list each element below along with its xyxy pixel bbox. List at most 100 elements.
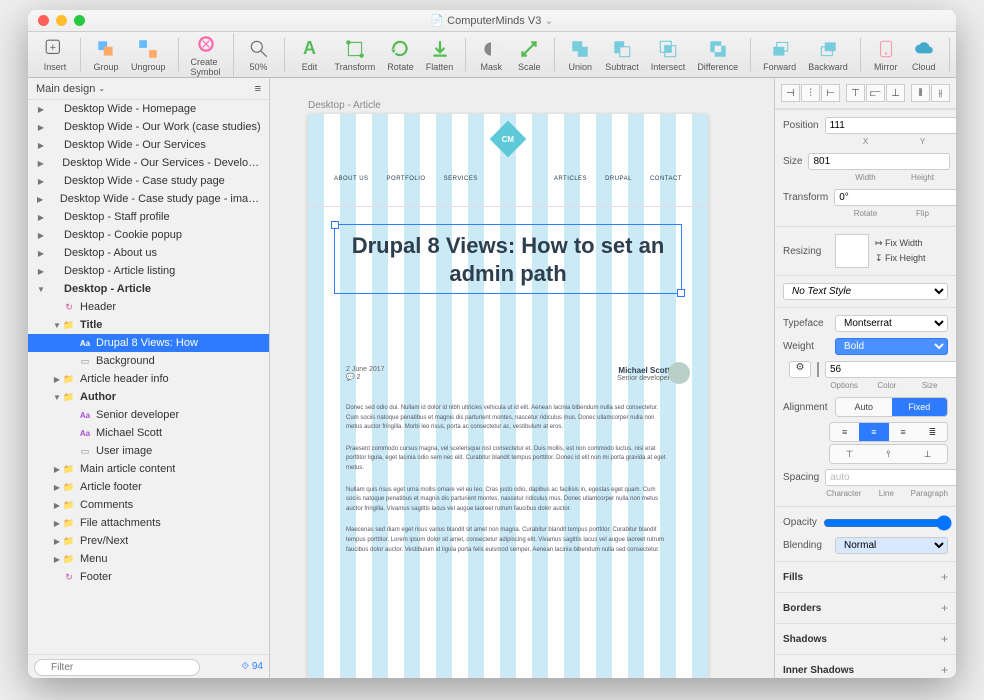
text-align-left-button[interactable]: ≡ [830,423,859,441]
fix-width-toggle[interactable]: ↦ Fix Width [875,238,948,249]
pages-dropdown[interactable]: Main design ⌄≡ [28,78,269,100]
layer-row[interactable]: ▼📁Author [28,388,269,406]
layer-row[interactable]: ▭Background [28,352,269,370]
layer-row[interactable]: ▶Desktop - Cookie popup [28,226,269,244]
layer-row[interactable]: ▶📁Comments [28,496,269,514]
valign-mid-button[interactable]: ⫯ [869,445,908,463]
close-icon[interactable] [38,15,49,26]
fix-height-toggle[interactable]: ↧ Fix Height [875,253,948,264]
rotate-input[interactable] [834,189,956,206]
nav-item: DRUPAL [605,176,632,182]
intersect-button[interactable]: Intersect [645,38,692,72]
font-size-input[interactable] [825,361,956,378]
text-align-right-button[interactable]: ≡ [889,423,918,441]
layer-row[interactable]: AaSenior developer [28,406,269,424]
minimize-icon[interactable] [56,15,67,26]
blending-select[interactable]: Normal [835,537,948,554]
text-align-center-button[interactable]: ≡ [859,423,888,441]
zoom-icon[interactable] [74,15,85,26]
layer-row[interactable]: ▶Desktop Wide - Our Services [28,136,269,154]
layer-row[interactable]: ▼Desktop - Article [28,280,269,298]
inner-shadows-section[interactable]: Inner Shadows+ [775,659,956,678]
align-vcenter-button[interactable]: ⫍ [866,84,885,102]
transform-button[interactable]: Transform [329,38,382,72]
add-ishadow-button[interactable]: + [941,663,948,677]
add-fill-button[interactable]: + [941,570,948,584]
text-color-swatch[interactable] [817,362,819,377]
layer-row[interactable]: ↻Footer [28,568,269,586]
cloud-button[interactable]: Cloud [905,38,943,72]
layer-row[interactable]: ▶Desktop - Staff profile [28,208,269,226]
backward-button[interactable]: Backward [802,38,854,72]
add-border-button[interactable]: + [941,601,948,615]
layer-row[interactable]: ▶Desktop Wide - Case study page - image … [28,190,269,208]
layer-row[interactable]: ▶Desktop Wide - Case study page [28,172,269,190]
layer-row[interactable]: ▭User image [28,442,269,460]
valign-bottom-button[interactable]: ⊥ [908,445,947,463]
layer-row[interactable]: ▶📁Main article content [28,460,269,478]
layer-row[interactable]: ▶📁Menu [28,550,269,568]
edit-button[interactable]: AEdit [291,38,329,72]
ungroup-button[interactable]: Ungroup [125,38,172,72]
text-style-select[interactable]: No Text Style [783,283,948,300]
filter-input[interactable] [34,659,200,676]
layer-row[interactable]: ▶Desktop - About us [28,244,269,262]
subtract-button[interactable]: Subtract [599,38,645,72]
layer-row[interactable]: ▼📁Title [28,316,269,334]
artboard-label[interactable]: Desktop - Article [308,100,381,111]
text-options-button[interactable]: ⚙ [789,361,811,378]
char-spacing-input[interactable] [825,469,956,486]
layer-row[interactable]: ▶📁File attachments [28,514,269,532]
flatten-button[interactable]: Flatten [420,38,460,72]
distribute-h-button[interactable]: ⫴ [911,84,930,102]
align-right-button[interactable]: ⊢ [821,84,840,102]
list-icon: ≡ [255,83,261,95]
fills-section[interactable]: Fills+ [775,566,956,588]
layer-row[interactable]: ▶Desktop Wide - Homepage [28,100,269,118]
typeface-select[interactable]: Montserrat [835,315,948,332]
article-heading: Drupal 8 Views: How to set an admin path [338,232,678,287]
canvas[interactable]: Desktop - Article CM ABOUT USPORTFOLIOSE… [270,78,774,678]
layer-row[interactable]: AaDrupal 8 Views: How [28,334,269,352]
valign-top-button[interactable]: ⊤ [830,445,869,463]
align-hcenter-button[interactable]: ⫶ [801,84,820,102]
align-left-button[interactable]: ⊣ [781,84,800,102]
borders-section[interactable]: Borders+ [775,597,956,619]
union-button[interactable]: Union [561,38,599,72]
logo-icon: CM [490,121,527,158]
opacity-slider[interactable] [823,515,952,531]
toolbar: +Insert Group Ungroup Create Symbol 50% … [28,32,956,78]
layer-row[interactable]: ▶📁Article footer [28,478,269,496]
scale-button[interactable]: Scale [510,38,548,72]
text-align-justify-button[interactable]: ≣ [918,423,947,441]
layer-row[interactable]: ▶Desktop Wide - Our Work (case studies) [28,118,269,136]
mirror-button[interactable]: Mirror [867,38,905,72]
nav-item: ABOUT US [334,176,369,182]
forward-button[interactable]: Forward [757,38,802,72]
shadows-section[interactable]: Shadows+ [775,628,956,650]
mask-button[interactable]: Mask [472,38,510,72]
align-auto-button[interactable]: Auto [836,398,892,416]
pos-x-input[interactable] [825,117,956,134]
rotate-button[interactable]: Rotate [381,38,420,72]
align-fixed-button[interactable]: Fixed [892,398,948,416]
weight-select[interactable]: Bold [835,338,948,355]
zoom-button[interactable]: 50% [240,38,278,72]
align-top-button[interactable]: ⊤ [846,84,865,102]
constraint-widget[interactable] [835,234,869,268]
layer-row[interactable]: ▶Desktop Wide - Our Services - Developme… [28,154,269,172]
group-button[interactable]: Group [87,38,125,72]
align-bottom-button[interactable]: ⊥ [886,84,905,102]
text-align-buttons: ≡≡≡≣ [829,422,948,442]
layer-row[interactable]: ↻Header [28,298,269,316]
difference-button[interactable]: Difference [691,38,744,72]
layer-row[interactable]: ▶Desktop - Article listing [28,262,269,280]
width-input[interactable] [808,153,950,170]
distribute-v-button[interactable]: ⫲ [931,84,950,102]
layer-row[interactable]: ▶📁Article header info [28,370,269,388]
layer-row[interactable]: ▶📁Prev/Next [28,532,269,550]
insert-button[interactable]: +Insert [36,38,74,72]
add-shadow-button[interactable]: + [941,632,948,646]
create-symbol-button[interactable]: Create Symbol [185,33,227,77]
layer-row[interactable]: AaMichael Scott [28,424,269,442]
